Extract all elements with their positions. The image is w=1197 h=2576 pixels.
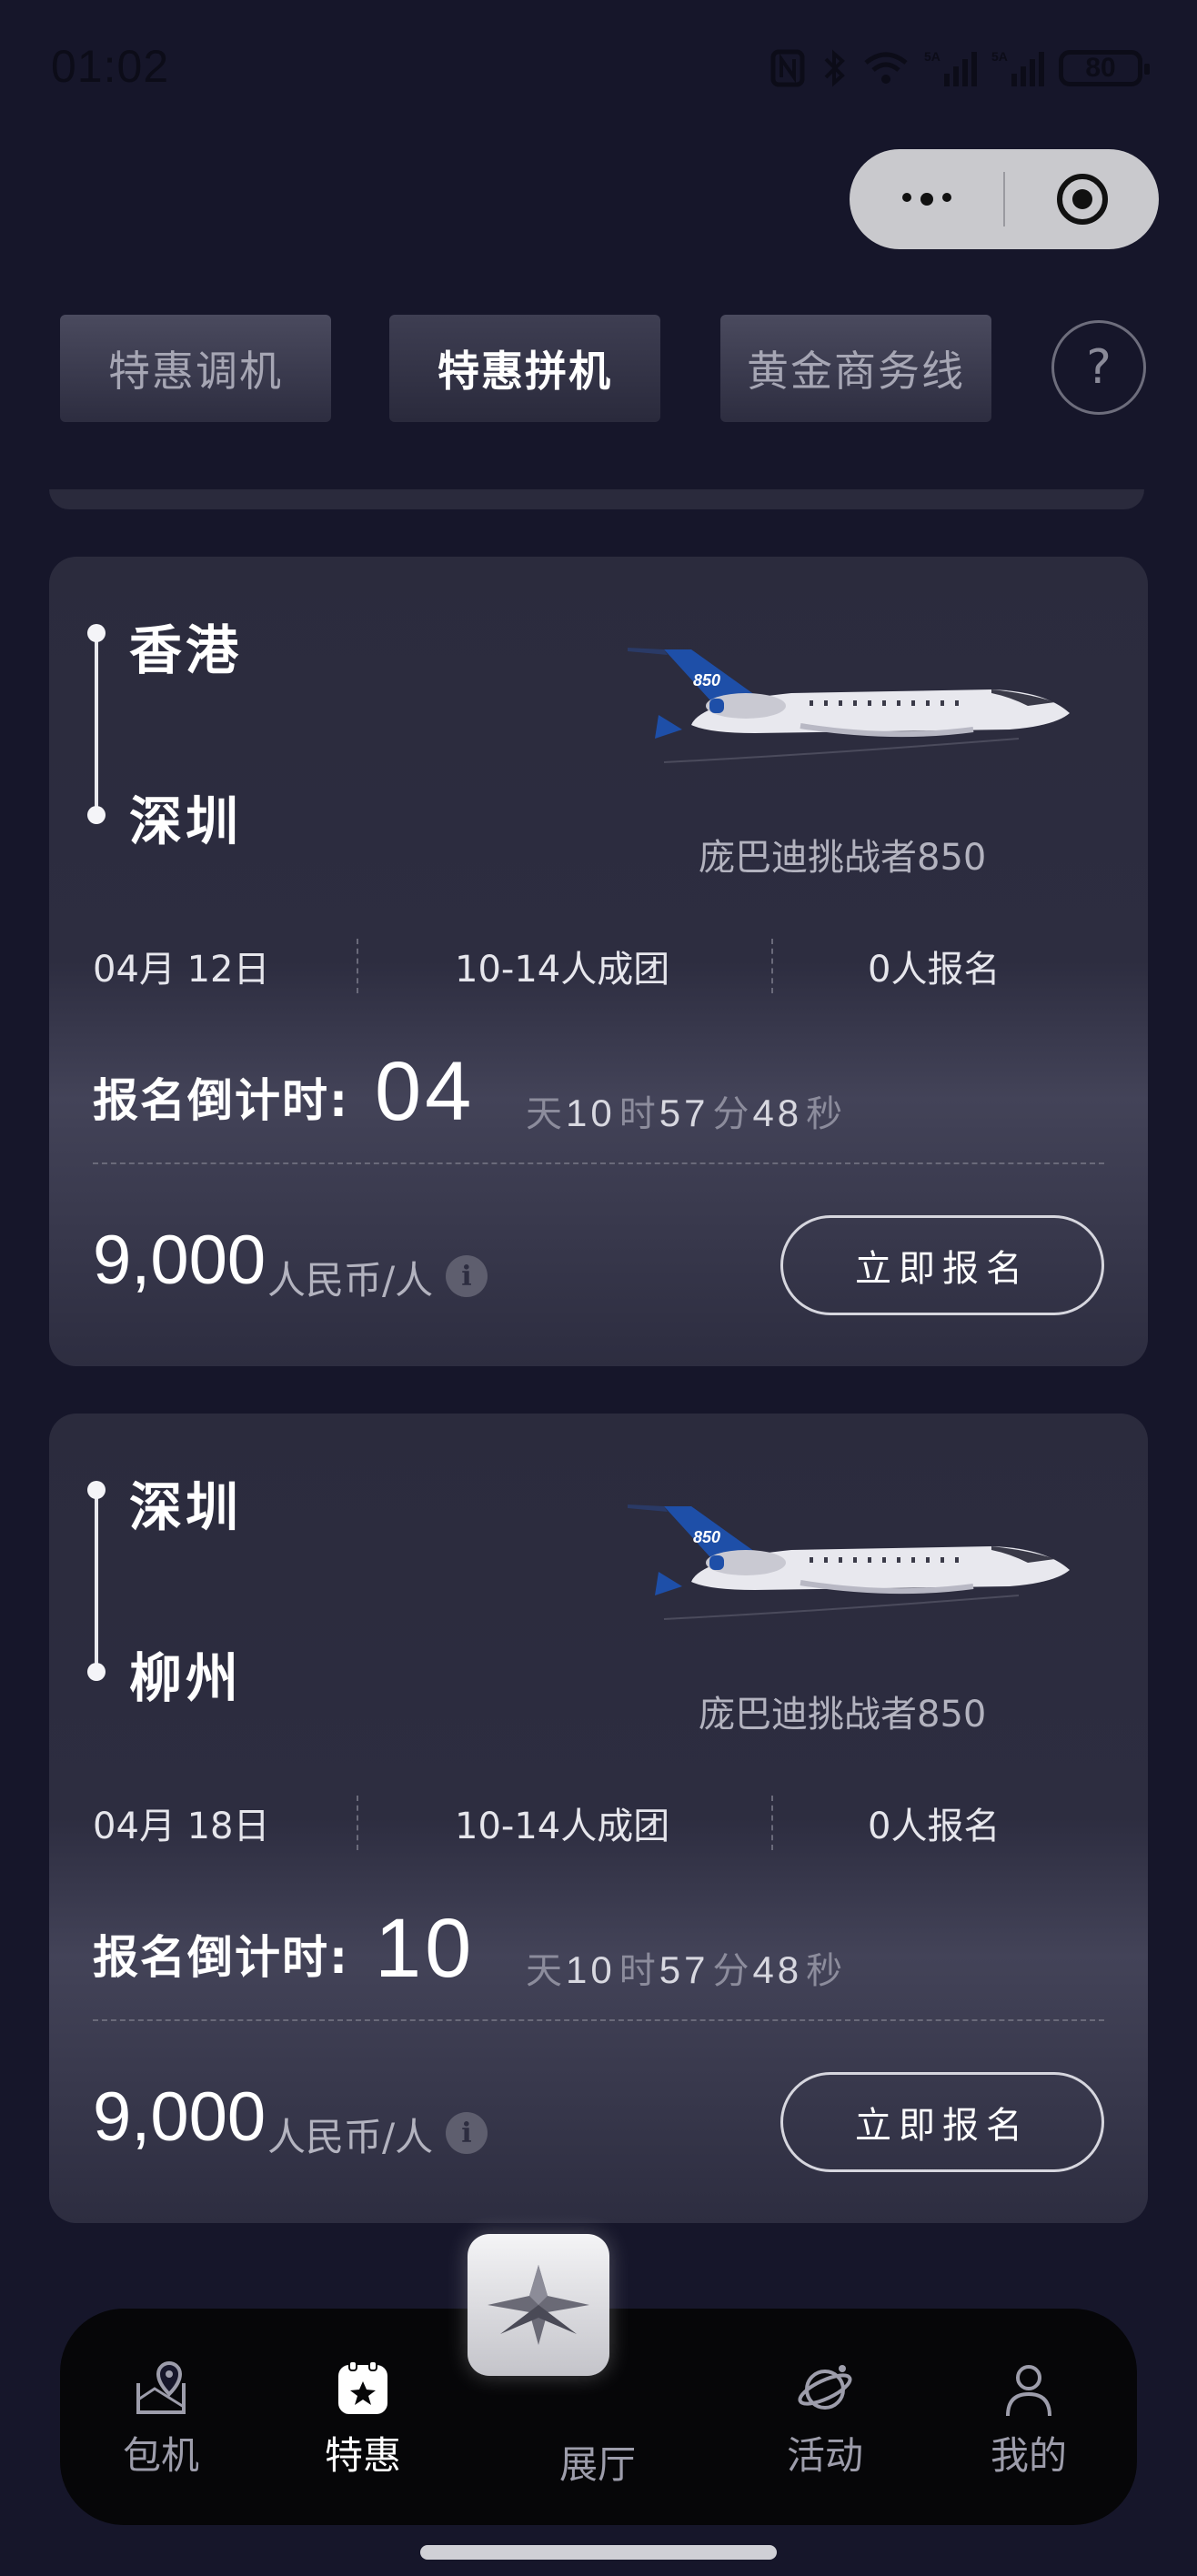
- more-dots-icon: [901, 193, 951, 206]
- user-icon: [1006, 2365, 1051, 2417]
- countdown-hours: 10: [566, 1948, 616, 1991]
- flight-date: 04月 12日: [93, 949, 270, 991]
- tab-label: 特惠: [324, 2433, 401, 2478]
- aircraft-model: 庞巴迪挑战者850: [699, 837, 987, 879]
- info-divider: [357, 1796, 358, 1850]
- wifi-icon: [864, 52, 908, 84]
- day-unit: 天: [526, 1093, 562, 1135]
- price: 9,000: [93, 2078, 267, 2156]
- second-unit: 秒: [806, 1093, 843, 1135]
- map-pin-icon: [136, 2360, 186, 2414]
- aircraft-model: 庞巴迪挑战者850: [699, 1694, 987, 1736]
- tab-label: 包机: [122, 2433, 199, 2478]
- countdown-days: 10: [375, 1902, 476, 1995]
- route-line: [87, 624, 106, 824]
- tab-special-repositioning[interactable]: 特惠调机: [60, 315, 331, 422]
- countdown-label: 报名倒计时:: [93, 1074, 349, 1127]
- target-icon: [1056, 174, 1108, 225]
- flight-info-row: 04月 18日 10-14人成团 0人报名: [49, 1796, 1148, 1850]
- second-unit: 秒: [806, 1950, 843, 1992]
- tab-special[interactable]: 特惠: [286, 2360, 440, 2480]
- route-line: [87, 1481, 106, 1681]
- departure-city: 深圳: [129, 1476, 243, 1538]
- info-divider: [771, 939, 773, 993]
- status-icons: 5A 5A 80: [770, 45, 1150, 91]
- mini-program-capsule: [850, 149, 1159, 249]
- countdown-hours: 10: [566, 1092, 616, 1134]
- jet-image: 850: [628, 1504, 1070, 1620]
- hour-unit: 时: [619, 1093, 656, 1135]
- countdown-label: 报名倒计时:: [93, 1931, 349, 1984]
- countdown: 报名倒计时: 10 天 10 时 57 分 48 秒: [93, 1901, 1093, 2001]
- category-tabs: 特惠调机 特惠拼机 黄金商务线 ?: [0, 315, 1197, 422]
- planet-icon: [798, 2365, 852, 2410]
- dashed-divider: [93, 2019, 1104, 2021]
- signal-icon: 5A: [924, 49, 977, 86]
- signal-icon-2: 5A: [991, 49, 1044, 86]
- flight-info-row: 04月 12日 10-14人成团 0人报名: [49, 939, 1148, 993]
- sign-up-button[interactable]: 立即报名: [780, 1215, 1104, 1315]
- tab-golden-business-line[interactable]: 黄金商务线: [720, 315, 991, 422]
- sign-up-button[interactable]: 立即报名: [780, 2072, 1104, 2172]
- logo-icon: [488, 2265, 589, 2345]
- svg-text:5A: 5A: [991, 49, 1008, 64]
- countdown: 报名倒计时: 04 天 10 时 57 分 48 秒: [93, 1044, 1093, 1144]
- countdown-time: 天 10 时 57 分 48 秒: [526, 1941, 842, 1994]
- price: 9,000: [93, 1222, 267, 1299]
- countdown-minutes: 57: [659, 1092, 709, 1134]
- arrival-city: 深圳: [129, 790, 243, 852]
- tab-showroom[interactable]: 展厅: [520, 2434, 675, 2490]
- tab-label: 展厅: [558, 2442, 636, 2487]
- group-size: 10-14人成团: [455, 1806, 670, 1847]
- day-unit: 天: [526, 1950, 562, 1992]
- group-size: 10-14人成团: [455, 949, 670, 991]
- battery-icon: 80: [1059, 50, 1150, 86]
- flight-card: 深圳 柳州 850 庞巴迪挑战者850 04月 18日 10-14人成团 0人报…: [49, 1414, 1148, 2223]
- countdown-minutes: 57: [659, 1948, 709, 1991]
- flight-card: 香港 深圳 850 庞巴迪挑战者850 04月 12日 10-14人成团 0人报…: [49, 557, 1148, 1366]
- minute-unit: 分: [712, 1950, 749, 1992]
- info-icon[interactable]: i: [446, 2112, 488, 2154]
- countdown-seconds: 48: [752, 1948, 803, 1991]
- home-indicator: [420, 2545, 777, 2560]
- departure-city: 香港: [129, 619, 243, 681]
- price-unit: 人民币/人: [267, 1258, 434, 1303]
- price-unit: 人民币/人: [267, 2115, 434, 2159]
- tab-mine[interactable]: 我的: [951, 2360, 1106, 2480]
- more-button[interactable]: [850, 149, 1003, 249]
- minute-unit: 分: [712, 1093, 749, 1135]
- hour-unit: 时: [619, 1950, 656, 1992]
- plane-number: 850: [693, 1528, 720, 1546]
- countdown-time: 天 10 时 57 分 48 秒: [526, 1084, 842, 1137]
- svg-text:5A: 5A: [924, 49, 940, 64]
- star-badge-icon: [338, 2360, 387, 2414]
- bluetooth-icon: [824, 49, 845, 87]
- showroom-center-button[interactable]: [468, 2234, 609, 2376]
- help-button[interactable]: ?: [1051, 320, 1146, 415]
- countdown-seconds: 48: [752, 1092, 803, 1134]
- dashed-divider: [93, 1162, 1104, 1164]
- tab-activity[interactable]: 活动: [748, 2360, 902, 2480]
- tab-label: 我的: [990, 2433, 1067, 2478]
- signup-count: 0人报名: [868, 1806, 1001, 1847]
- status-bar: 01:02 5A 5A 80: [0, 0, 1197, 136]
- jet-image: 850: [628, 648, 1070, 763]
- info-divider: [357, 939, 358, 993]
- arrival-city: 柳州: [129, 1647, 243, 1709]
- tab-special-shared[interactable]: 特惠拼机: [389, 315, 660, 422]
- tab-label: 活动: [786, 2433, 863, 2478]
- info-divider: [771, 1796, 773, 1850]
- previous-card-edge: [49, 489, 1144, 509]
- status-time: 01:02: [51, 41, 170, 92]
- countdown-days: 04: [375, 1045, 476, 1138]
- info-icon[interactable]: i: [446, 1255, 488, 1297]
- close-mini-program-button[interactable]: [1005, 149, 1159, 249]
- tab-charter[interactable]: 包机: [84, 2360, 238, 2480]
- flight-date: 04月 18日: [93, 1806, 270, 1847]
- plane-number: 850: [693, 671, 720, 689]
- nfc-icon: [770, 49, 805, 87]
- signup-count: 0人报名: [868, 949, 1001, 991]
